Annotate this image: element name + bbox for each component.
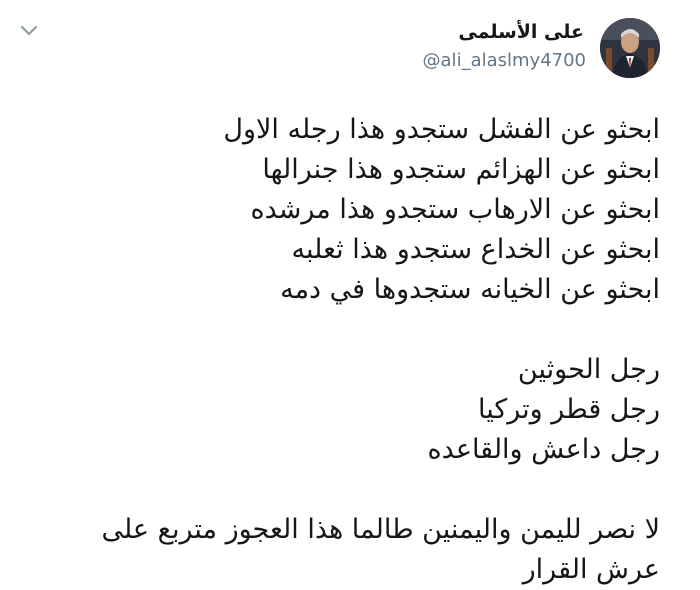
- avatar[interactable]: [600, 18, 660, 78]
- tweet-line: ابحثو عن الفشل ستجدو هذا رجله الاول: [223, 114, 660, 145]
- tweet-line: رجل داعش والقاعده: [427, 434, 660, 465]
- tweet-line: ابحثو عن الخيانه ستجدوها في دمه: [280, 274, 660, 305]
- chevron-down-icon[interactable]: [20, 24, 38, 38]
- tweet-closing-line: لا نصر لليمن واليمنين طالما هذا العجوز م…: [101, 514, 660, 585]
- tweet-line: ابحثو عن الارهاب ستجدو هذا مرشده: [250, 194, 660, 225]
- tweet-line: رجل الحوثين: [517, 354, 660, 385]
- tweet-line: ابحثو عن الخداع ستجدو هذا ثعلبه: [291, 234, 660, 265]
- tweet-line: رجل قطر وتركيا: [478, 394, 660, 425]
- tweet-text: ابحثو عن الفشل ستجدو هذا رجله الاول ابحث…: [60, 110, 660, 590]
- author-handle[interactable]: @ali_alaslmy4700: [423, 50, 586, 71]
- tweet-card: على الأسلمى @ali_alaslmy4700 ابحثو عن ال…: [0, 0, 700, 585]
- profile-photo-icon: [600, 18, 660, 78]
- tweet-line: ابحثو عن الهزائم ستجدو هذا جنرالها: [262, 154, 660, 185]
- author-display-name[interactable]: على الأسلمى: [458, 21, 584, 43]
